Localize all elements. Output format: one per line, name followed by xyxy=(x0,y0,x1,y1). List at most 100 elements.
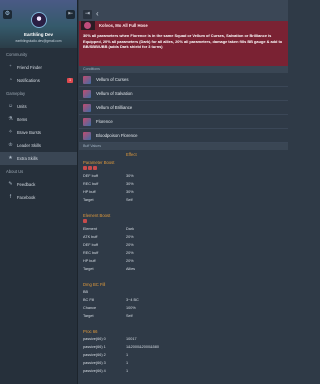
buff-values-header: Buff Values xyxy=(79,143,288,150)
buff-key: Element xyxy=(83,227,97,231)
skill-unit-icon xyxy=(81,21,95,30)
buff-value: 30% xyxy=(126,190,134,194)
sidebar-item-label: Items xyxy=(17,117,28,122)
buff-value: 20% xyxy=(126,243,134,247)
buff-value: 30% xyxy=(126,174,134,178)
buff-row: BC Fill 3~4 BC xyxy=(79,296,288,304)
section-about-us: About Us xyxy=(6,169,24,174)
flask-icon: ⚗ xyxy=(8,116,13,122)
section-gameplay: Gameplay xyxy=(6,91,26,96)
skill-description: 30% all parameters when Florence is in t… xyxy=(79,30,288,66)
close-sidebar-icon[interactable]: ⇤ xyxy=(66,10,75,19)
effect-column-header: Effect xyxy=(79,150,288,159)
buff-value: 1 xyxy=(126,353,129,357)
condition-label: Bloodpoison Florence xyxy=(96,133,138,138)
sidebar-item-label: Friend Finder xyxy=(17,65,42,70)
buff-key: Chance xyxy=(83,306,97,310)
buff-value: 1&2000&2000&580 xyxy=(126,345,159,349)
condition-item[interactable]: Vellum of Curses xyxy=(79,73,288,87)
buff-key: DEF buff xyxy=(83,174,98,178)
buff-key: BC Fill xyxy=(83,298,95,302)
burst-icon: ✧ xyxy=(8,129,13,135)
profile-email: earthlingstudio.dev@gmail.com xyxy=(15,39,62,43)
effect-label: Effect xyxy=(126,152,137,157)
avatar[interactable] xyxy=(31,12,47,28)
sidebar-item-label: Units xyxy=(17,104,27,109)
sidebar-item-label: Brave Bursts xyxy=(17,130,41,135)
facebook-icon: f xyxy=(9,194,12,200)
buff-row: ATK buff 20% xyxy=(79,233,288,241)
sidebar-item-items[interactable]: ⚗ Items xyxy=(0,113,77,126)
buff-value: 30% xyxy=(126,182,134,186)
buff-block-title: Element Boost xyxy=(83,213,111,218)
sidebar-item-notifications[interactable]: ◔ Notifications 1 xyxy=(0,74,77,87)
sidebar-item-friend-finder[interactable]: ⁺ Friend Finder xyxy=(0,61,77,74)
buff-value: Self xyxy=(126,198,133,202)
buff-block-title: Proc 66 xyxy=(83,329,98,334)
sidebar-item-label: Notifications xyxy=(17,78,40,83)
bell-icon: ◔ xyxy=(8,77,13,83)
buff-row: passive(66) 0 10017 xyxy=(79,335,288,343)
buff-key: HP buff xyxy=(83,259,96,263)
sidebar-item-extra-skills[interactable]: ★ Extra Skills xyxy=(0,152,77,165)
sidebar-item-units[interactable]: ☺ Units xyxy=(0,100,77,113)
buff-key: HP buff xyxy=(83,190,96,194)
buff-value: 1 xyxy=(126,361,129,365)
condition-label: Vellum of Salvation xyxy=(96,91,133,96)
profile-header: ⚙ ⇤ Earthling Dev earthlingstudio.dev@gm… xyxy=(0,0,77,48)
sidebar-item-brave-bursts[interactable]: ✧ Brave Bursts xyxy=(0,126,77,139)
skill-title: Kolvos, Mo All Full Hose xyxy=(99,23,148,28)
sidebar-item-label: Feedback xyxy=(17,182,36,187)
buff-row: DEF buff 30% xyxy=(79,172,288,180)
condition-item[interactable]: Bloodpoison Florence xyxy=(79,129,288,143)
buff-value: 1 xyxy=(126,369,129,373)
buff-key: REC buff xyxy=(83,182,99,186)
sidebar-item-label: Facebook xyxy=(17,195,36,200)
sidebar-item-leader-skills[interactable]: ♔ Leader Skills xyxy=(0,139,77,152)
buff-row: DEF buff 20% xyxy=(79,241,288,249)
buff-value: Self xyxy=(126,314,133,318)
sidebar: ⚙ ⇤ Earthling Dev earthlingstudio.dev@gm… xyxy=(0,0,78,384)
vellum-icon xyxy=(83,90,91,98)
buff-row: Element Dark xyxy=(79,225,288,233)
crown-icon: ♔ xyxy=(8,142,13,148)
buff-row: HP buff 30% xyxy=(79,188,288,196)
sidebar-item-facebook[interactable]: f Facebook xyxy=(0,191,77,204)
buff-row: REC buff 30% xyxy=(79,180,288,188)
condition-item[interactable]: Vellum of Brilliance xyxy=(79,101,288,115)
condition-item[interactable]: Vellum of Salvation xyxy=(79,87,288,101)
condition-label: Vellum of Curses xyxy=(96,77,129,82)
condition-item[interactable]: Florence xyxy=(79,115,288,129)
buff-row: BB xyxy=(79,288,288,296)
person-icon: ☺ xyxy=(7,103,14,109)
back-arrow-icon[interactable]: ‹ xyxy=(96,9,99,18)
buff-row: HP buff 20% xyxy=(79,257,288,265)
buff-row: passive(66) 3 1 xyxy=(79,359,288,367)
condition-label: Florence xyxy=(96,119,113,124)
buff-row: REC buff 20% xyxy=(79,249,288,257)
vellum-icon xyxy=(83,76,91,84)
buff-value: 20% xyxy=(126,251,134,255)
unit-portrait-icon xyxy=(83,132,91,140)
buff-block-title: Dmg BC Fill xyxy=(83,282,106,287)
buff-row: Target Allies xyxy=(79,265,288,273)
buff-key: Target xyxy=(83,267,94,271)
feedback-icon: ✎ xyxy=(8,181,13,187)
buff-key: REC buff xyxy=(83,251,99,255)
buff-key: Target xyxy=(83,314,94,318)
toggle-sidebar-icon[interactable]: ⇥ xyxy=(83,10,92,19)
buff-value: 20% xyxy=(126,235,134,239)
sidebar-item-label: Extra Skills xyxy=(17,156,38,161)
buff-key: passive(66) 3 xyxy=(83,361,106,365)
buff-row: Target Self xyxy=(79,312,288,320)
settings-icon[interactable]: ⚙ xyxy=(3,10,12,19)
profile-name: Earthling Dev xyxy=(23,32,53,37)
buff-row: passive(66) 2 1 xyxy=(79,351,288,359)
conditions-header: Conditions xyxy=(79,66,288,73)
buff-block-title: Parameter Boost xyxy=(83,160,115,165)
buff-row: passive(66) 1 1&2000&2000&580 xyxy=(79,343,288,351)
buff-value: 3~4 BC xyxy=(126,298,139,302)
buff-icon xyxy=(93,166,97,170)
buff-icon xyxy=(83,166,87,170)
sidebar-item-feedback[interactable]: ✎ Feedback xyxy=(0,178,77,191)
